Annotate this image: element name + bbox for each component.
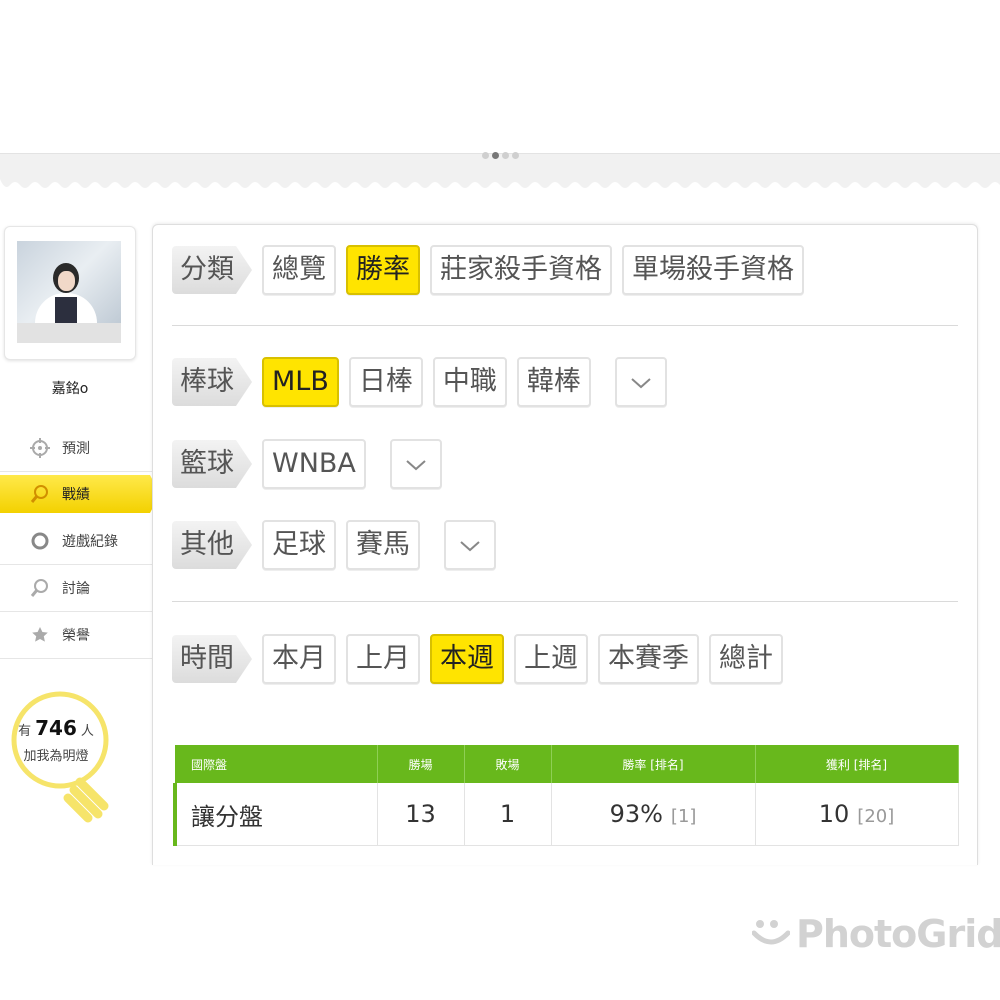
filter-label: 籃球 xyxy=(172,440,252,488)
sidebar-item-honor[interactable]: 榮譽 xyxy=(0,612,152,659)
sidebar-item-game-log[interactable]: 遊戲紀錄 xyxy=(0,518,152,565)
column-header-profit: 獲利 [排名] xyxy=(755,745,959,783)
filter-option-cpbl[interactable]: 中職 xyxy=(432,357,507,407)
filter-label: 分類 xyxy=(172,246,252,294)
sidebar-menu: 預測 戰績 遊戲紀錄 討論 榮譽 xyxy=(0,425,160,659)
filter-option-npb[interactable]: 日棒 xyxy=(348,357,423,407)
sidebar-item-label: 遊戲紀錄 xyxy=(62,534,118,550)
sidebar-item-record[interactable]: 戰績 xyxy=(0,475,160,513)
cell-losses: 1 xyxy=(464,783,552,846)
filter-option-this-season[interactable]: 本賽季 xyxy=(598,634,699,684)
column-header-wins: 勝場 xyxy=(377,745,465,783)
filter-row-category: 分類 總覽 勝率 莊家殺手資格 單場殺手資格 xyxy=(172,245,804,295)
cell-win-rate: 93% [1] xyxy=(551,783,756,846)
column-header-market: 國際盤 xyxy=(175,745,378,783)
table-header-row: 國際盤 勝場 敗場 勝率 [排名] 獲利 [排名] xyxy=(175,745,959,783)
filter-option-kbo[interactable]: 韓棒 xyxy=(516,357,591,407)
divider xyxy=(172,601,958,602)
chevron-down-icon xyxy=(406,459,426,470)
profit-value: 10 xyxy=(818,800,850,828)
filter-option-horse-racing[interactable]: 賽馬 xyxy=(346,520,420,570)
win-rate-rank: [1] xyxy=(670,806,697,827)
baseball-expand-button[interactable] xyxy=(614,357,667,407)
medal-icon xyxy=(30,625,50,645)
follower-number: 746 xyxy=(35,716,77,740)
photogrid-watermark: PhotoGrid xyxy=(752,912,1000,956)
other-expand-button[interactable] xyxy=(444,520,496,570)
sidebar-item-label: 預測 xyxy=(62,441,90,457)
filter-option-last-week[interactable]: 上週 xyxy=(514,634,588,684)
filter-row-baseball: 棒球 MLB 日棒 中職 韓棒 xyxy=(172,357,667,407)
filter-option-win-rate[interactable]: 勝率 xyxy=(346,245,420,295)
circle-icon xyxy=(30,531,50,551)
cell-market-type: 讓分盤 xyxy=(173,783,378,846)
avatar[interactable] xyxy=(17,241,121,343)
follower-count: 有 746 人 xyxy=(0,716,112,740)
filter-row-other: 其他 足球 賽馬 xyxy=(172,520,496,570)
filter-option-this-month[interactable]: 本月 xyxy=(262,634,336,684)
filter-option-mlb[interactable]: MLB xyxy=(262,357,339,407)
watermark-text: PhotoGrid xyxy=(796,912,1000,956)
cell-wins: 13 xyxy=(377,783,465,846)
filter-option-wnba[interactable]: WNBA xyxy=(262,439,366,489)
wave-edge xyxy=(0,179,1000,191)
column-header-win-rate: 勝率 [排名] xyxy=(551,745,756,783)
filter-option-overview[interactable]: 總覽 xyxy=(262,245,336,295)
search-icon xyxy=(30,578,50,598)
sidebar-item-label: 戰績 xyxy=(62,487,90,503)
filter-option-soccer[interactable]: 足球 xyxy=(262,520,336,570)
follower-prefix: 有 xyxy=(18,724,32,739)
filter-option-last-month[interactable]: 上月 xyxy=(346,634,420,684)
carousel-dot[interactable] xyxy=(502,152,509,159)
sidebar-item-discussion[interactable]: 討論 xyxy=(0,565,152,612)
carousel-dot[interactable] xyxy=(512,152,519,159)
follower-caption: 加我為明燈 xyxy=(23,749,89,764)
follower-suffix: 人 xyxy=(80,724,94,739)
divider xyxy=(172,325,958,326)
sidebar-item-predict[interactable]: 預測 xyxy=(0,425,152,472)
filter-row-time: 時間 本月 上月 本週 上週 本賽季 總計 xyxy=(172,634,783,684)
win-rate-value: 93% xyxy=(609,800,663,828)
sidebar-item-label: 榮譽 xyxy=(62,628,90,644)
stats-table: 國際盤 勝場 敗場 勝率 [排名] 獲利 [排名] 讓分盤 13 1 93% [1… xyxy=(173,745,959,846)
carousel-dot[interactable] xyxy=(482,152,489,159)
profit-rank: [20] xyxy=(857,806,895,827)
chevron-down-icon xyxy=(631,377,651,388)
filter-option-total[interactable]: 總計 xyxy=(709,634,783,684)
avatar-card[interactable] xyxy=(4,226,136,360)
sidebar-item-label: 討論 xyxy=(62,581,90,597)
filter-option-this-week[interactable]: 本週 xyxy=(430,634,504,684)
filter-label: 棒球 xyxy=(172,358,252,406)
filter-option-single-killer[interactable]: 單場殺手資格 xyxy=(622,245,804,295)
chevron-down-icon xyxy=(460,540,480,551)
crosshair-icon xyxy=(30,438,50,458)
carousel-dot-active[interactable] xyxy=(492,152,499,159)
column-header-losses: 敗場 xyxy=(464,745,552,783)
basketball-expand-button[interactable] xyxy=(389,439,442,489)
filter-row-basketball: 籃球 WNBA xyxy=(172,439,442,489)
smiley-logo-icon xyxy=(752,920,790,945)
filter-label: 其他 xyxy=(172,521,252,569)
filter-option-dealer-killer[interactable]: 莊家殺手資格 xyxy=(430,245,612,295)
carousel-dots[interactable] xyxy=(482,152,519,159)
table-row[interactable]: 讓分盤 13 1 93% [1] 10 [20] xyxy=(173,783,959,846)
cell-profit: 10 [20] xyxy=(755,783,959,846)
username[interactable]: 嘉銘o xyxy=(0,378,140,398)
magnifier-icon xyxy=(30,484,50,504)
filter-label: 時間 xyxy=(172,635,252,683)
